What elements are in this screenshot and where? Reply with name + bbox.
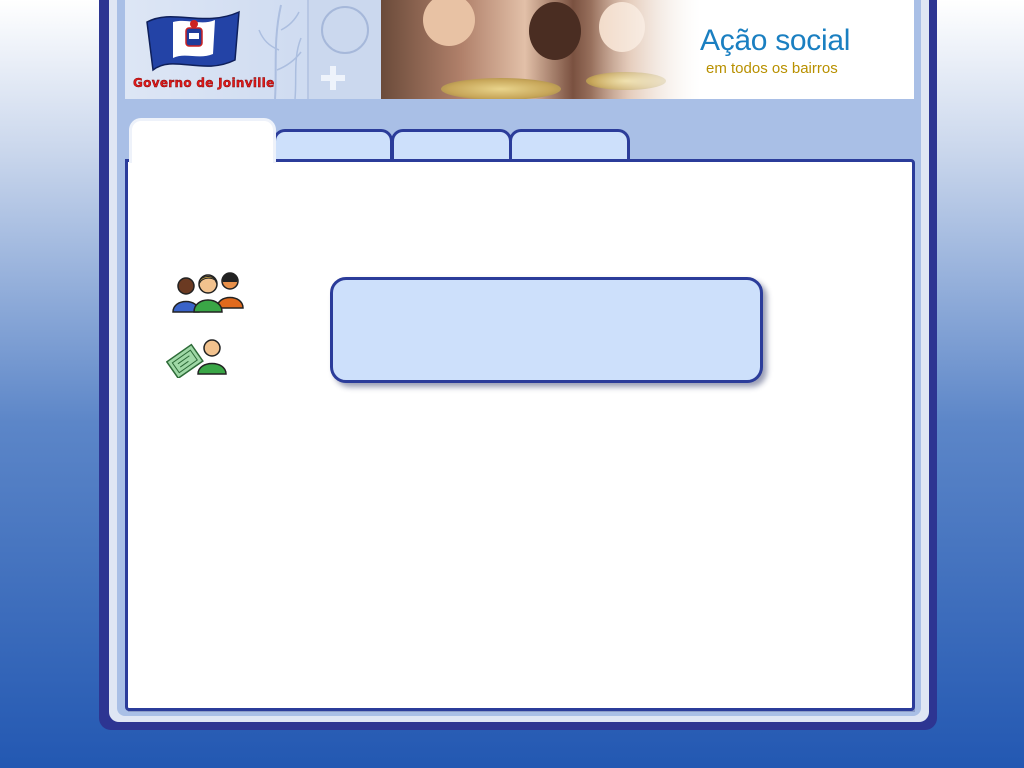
joinville-flag-icon [146,10,240,72]
slogan-title: Ação social [700,24,851,57]
children-photo [381,0,701,99]
info-box [330,277,763,383]
child-face [529,2,581,60]
logo-area: Governo de Joinville [125,0,381,99]
slogan-subtitle: em todos os bairros [706,60,838,77]
people-group-icon[interactable] [170,268,246,314]
header-banner: Governo de Joinville Ação social em todo… [125,0,914,99]
tab-1[interactable] [129,118,276,163]
content-panel [125,159,915,711]
seal-icon [321,6,369,54]
person-document-icon[interactable] [166,336,228,378]
government-label: Governo de Joinville [133,76,275,90]
child-face [423,0,475,46]
cross-icon [321,66,345,90]
food-bowl [441,78,561,99]
